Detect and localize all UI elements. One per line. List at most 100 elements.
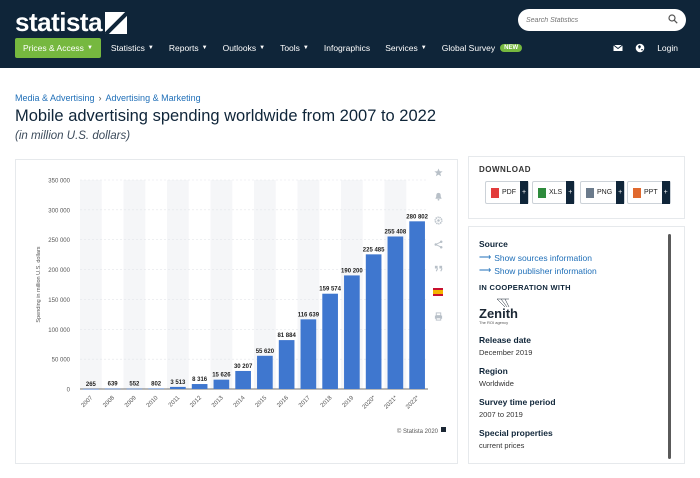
- breadcrumb-separator: ›: [98, 93, 102, 103]
- x-tick-label: 2016: [276, 395, 290, 409]
- nav-tools[interactable]: Tools ▼: [280, 43, 309, 53]
- share-button[interactable]: [429, 235, 447, 253]
- nav-right: Login: [613, 38, 678, 58]
- mail-icon[interactable]: [613, 43, 623, 53]
- login-link[interactable]: Login: [657, 43, 678, 53]
- y-tick-label: 250 000: [48, 238, 70, 244]
- bell-icon: [434, 192, 442, 201]
- statista-logo[interactable]: statista: [15, 7, 128, 38]
- xls-file-icon: [538, 187, 546, 198]
- bar: [235, 370, 251, 389]
- show-sources-text: Show sources information: [494, 252, 592, 263]
- new-badge: NEW: [500, 44, 523, 52]
- y-tick-label: 200 000: [48, 268, 70, 274]
- nav-label: Tools: [280, 43, 300, 53]
- x-tick-label: 2009: [124, 395, 138, 409]
- page-subtitle: (in million U.S. dollars): [15, 130, 131, 142]
- logo-mark-icon: [105, 11, 128, 34]
- nav-services[interactable]: Services ▼: [385, 43, 427, 53]
- plus-icon: +: [566, 181, 575, 204]
- bar-value-label: 639: [108, 382, 119, 388]
- bar-value-label: 802: [151, 382, 162, 388]
- y-tick-label: 100 000: [48, 328, 70, 334]
- download-png-button[interactable]: PNG +: [580, 181, 626, 204]
- main-content: Media & Advertising › Advertising & Mark…: [0, 68, 700, 478]
- bar-value-label: 190 200: [341, 268, 363, 274]
- x-tick-label: 2020*: [362, 395, 378, 411]
- nav-outlooks[interactable]: Outlooks ▼: [223, 43, 266, 53]
- info-scrollbar[interactable]: [668, 234, 671, 459]
- column-band: [167, 180, 189, 389]
- cite-button[interactable]: [429, 259, 447, 277]
- show-sources-link[interactable]: ⟶ Show sources information: [479, 252, 592, 263]
- bar-value-label: 116 639: [298, 312, 320, 318]
- search-input[interactable]: [526, 16, 666, 24]
- bar: [409, 221, 425, 389]
- caret-down-icon: ▼: [259, 45, 266, 51]
- x-tick-label: 2022*: [405, 395, 421, 411]
- bar: [387, 236, 404, 389]
- nav-label: Services: [385, 43, 418, 53]
- y-tick-label: 150 000: [48, 298, 70, 304]
- download-title: DOWNLOAD: [479, 165, 531, 174]
- nav-global-survey[interactable]: Global Survey NEW: [442, 43, 523, 53]
- nav-label: Prices & Access: [23, 43, 84, 53]
- bar-value-label: 81 884: [277, 333, 296, 339]
- globe-icon[interactable]: [635, 43, 645, 53]
- plus-icon: +: [661, 181, 670, 204]
- plus-icon: +: [616, 181, 625, 204]
- statista-flag-icon: [441, 427, 446, 432]
- x-tick-label: 2010: [146, 395, 160, 409]
- bar-chart: 0 50 000 100 000 150 000 200 000 250 000 300 0…: [36, 179, 446, 435]
- column-band: [80, 180, 102, 389]
- breadcrumb-advertising-marketing[interactable]: Advertising & Marketing: [106, 93, 201, 103]
- source-label: Source: [479, 239, 508, 249]
- chart-credit: © Statista 2020: [397, 428, 439, 435]
- breadcrumb: Media & Advertising › Advertising & Mark…: [15, 93, 201, 103]
- download-panel: DOWNLOAD PDF + XLS + PNG + PPT +: [468, 156, 685, 219]
- zenith-logo[interactable]: Zenith The ROI agency: [479, 297, 527, 325]
- bar-value-label: 552: [129, 382, 140, 388]
- bar-value-label: 159 574: [319, 287, 341, 293]
- survey-period-label: Survey time period: [479, 397, 556, 407]
- notification-button[interactable]: [429, 187, 447, 205]
- x-tick-label: 2008: [102, 395, 116, 409]
- print-button[interactable]: [429, 307, 447, 325]
- survey-period-value: 2007 to 2019: [479, 410, 523, 419]
- download-pdf-button[interactable]: PDF +: [485, 181, 529, 204]
- x-tick-label: 2018: [320, 395, 334, 409]
- ppt-file-icon: [633, 187, 641, 198]
- region-label: Region: [479, 366, 508, 376]
- bar: [300, 319, 317, 389]
- show-publisher-link[interactable]: ⟶ Show publisher information: [479, 265, 597, 276]
- nav-reports[interactable]: Reports ▼: [169, 43, 208, 53]
- printer-icon: [434, 311, 442, 321]
- nav-label: Infographics: [323, 43, 371, 53]
- x-tick-label: 2021*: [383, 395, 399, 411]
- breadcrumb-media-advertising[interactable]: Media & Advertising: [15, 93, 95, 103]
- download-ppt-button[interactable]: PPT +: [627, 181, 671, 204]
- bar: [365, 254, 382, 389]
- bar-value-label: 30 207: [234, 364, 253, 370]
- favorite-button[interactable]: [429, 163, 447, 181]
- language-button[interactable]: [429, 283, 447, 301]
- y-axis-label: Spending in million U.S. dollars: [36, 246, 42, 322]
- bar-value-label: 55 620: [256, 349, 275, 355]
- nav-infographics[interactable]: Infographics: [324, 43, 370, 53]
- nav-statistics[interactable]: Statistics ▼: [111, 43, 154, 53]
- settings-button[interactable]: [429, 211, 447, 229]
- chart-card: 0 50 000 100 000 150 000 200 000 250 000 300 0…: [15, 159, 458, 464]
- special-properties-value: current prices: [479, 441, 525, 450]
- bar-value-label: 280 802: [406, 214, 428, 220]
- flag-icon: [433, 288, 443, 296]
- download-label: PNG: [597, 189, 613, 196]
- top-header: statista Prices & Access▼ Statistics▼ Re…: [0, 0, 700, 68]
- search-box[interactable]: [518, 9, 686, 31]
- download-xls-button[interactable]: XLS +: [532, 181, 576, 204]
- info-panel: Source ⟶ Show sources information ⟶ Show p…: [468, 226, 685, 464]
- search-icon[interactable]: [668, 14, 678, 24]
- bar: [257, 355, 273, 389]
- caret-down-icon: ▼: [86, 45, 93, 51]
- bar: [126, 388, 143, 390]
- nav-prices-access[interactable]: Prices & Access ▼: [15, 38, 101, 58]
